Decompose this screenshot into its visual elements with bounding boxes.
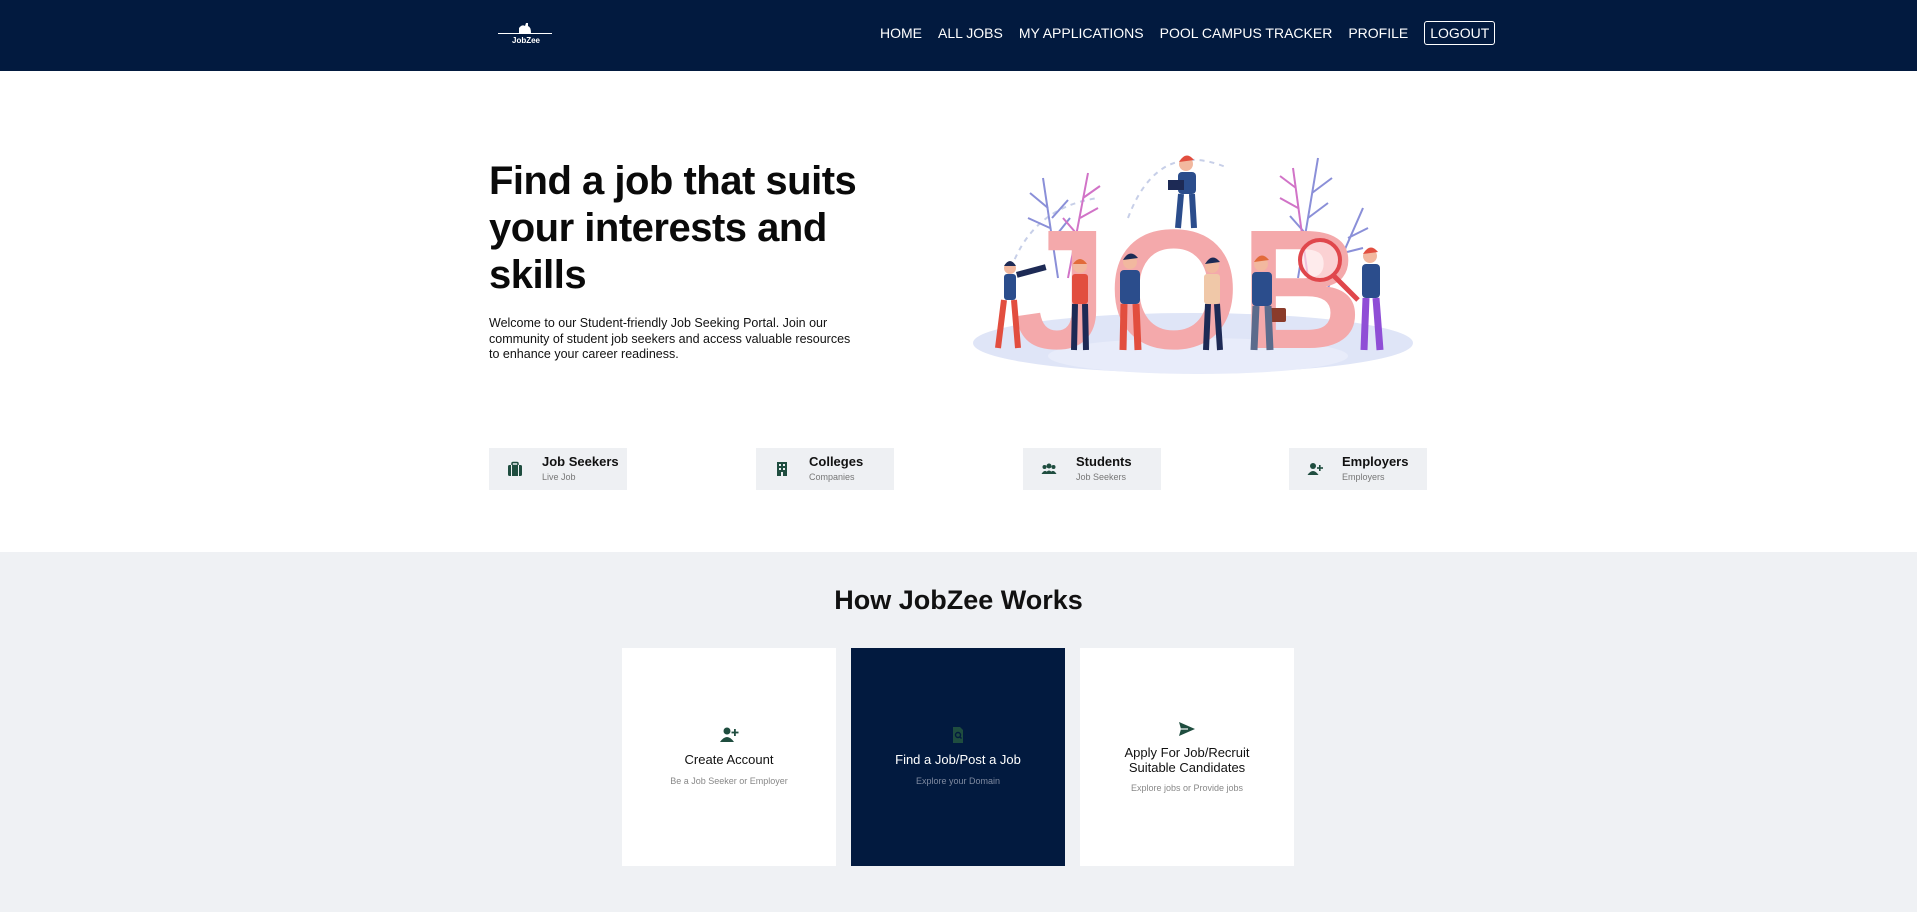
card-title: Find a Job/Post a Job: [895, 752, 1021, 767]
hero-illustration: JOB: [973, 155, 1413, 378]
stat-students: Students Job Seekers: [1023, 448, 1161, 490]
card-create-account[interactable]: Create Account Be a Job Seeker or Employ…: [622, 648, 836, 866]
card-find-job[interactable]: Find a Job/Post a Job Explore your Domai…: [851, 648, 1065, 866]
hero-description: Welcome to our Student-friendly Job Seek…: [489, 316, 851, 361]
user-plus-icon: [720, 727, 739, 742]
card-subtitle: Be a Job Seeker or Employer: [670, 776, 788, 786]
nav-all-jobs[interactable]: ALL JOBS: [938, 25, 1003, 41]
nav-pool-campus-tracker[interactable]: POOL CAMPUS TRACKER: [1160, 25, 1333, 41]
stat-label: Students: [1076, 454, 1132, 469]
card-title: Create Account: [684, 752, 774, 767]
stat-employers: Employers Employers: [1289, 448, 1427, 490]
stat-label: Colleges: [809, 454, 864, 469]
stat-sub: Job Seekers: [1076, 472, 1127, 482]
card-subtitle: Explore your Domain: [915, 776, 1001, 786]
how-it-works-title: How JobZee Works: [834, 585, 1083, 615]
users-icon: [1041, 463, 1057, 474]
stat-sub: Live Job: [542, 472, 576, 482]
nav-home[interactable]: HOME: [880, 25, 922, 41]
logo-rule-right: [532, 33, 552, 34]
stat-label: Job Seekers: [542, 454, 619, 469]
briefcase-icon: [508, 461, 522, 476]
nav-profile[interactable]: PROFILE: [1348, 25, 1408, 41]
nav-my-applications[interactable]: MY APPLICATIONS: [1019, 25, 1144, 41]
user-plus-icon: [1307, 463, 1323, 475]
card-subtitle: Explore jobs or Provide jobs: [1130, 783, 1244, 793]
stat-label: Employers: [1342, 454, 1409, 469]
card-title: Apply For Job/Recruit Suitable Candidate…: [1124, 745, 1250, 775]
hero-title: Find a job that suits your interests and…: [489, 159, 857, 297]
logo[interactable]: JobZee: [498, 19, 554, 49]
building-icon: [777, 462, 787, 476]
logo-text: JobZee: [512, 36, 541, 45]
stat-sub: Employers: [1342, 472, 1385, 482]
nav-links: HOME ALL JOBS MY APPLICATIONS POOL CAMPU…: [880, 21, 1496, 45]
logo-rule-left: [498, 33, 518, 34]
stat-job-seekers: Job Seekers Live Job: [489, 448, 627, 490]
navbar: JobZee HOME ALL JOBS MY APPLICATIONS POO…: [0, 0, 1917, 71]
stat-sub: Companies: [809, 472, 855, 482]
send-icon: [1179, 722, 1195, 736]
logout-button[interactable]: LOGOUT: [1424, 21, 1496, 45]
file-search-icon: [953, 727, 963, 743]
job-letters: JOB: [1013, 195, 1363, 378]
card-apply-recruit[interactable]: Apply For Job/Recruit Suitable Candidate…: [1080, 648, 1294, 866]
stat-colleges: Colleges Companies: [756, 448, 894, 490]
